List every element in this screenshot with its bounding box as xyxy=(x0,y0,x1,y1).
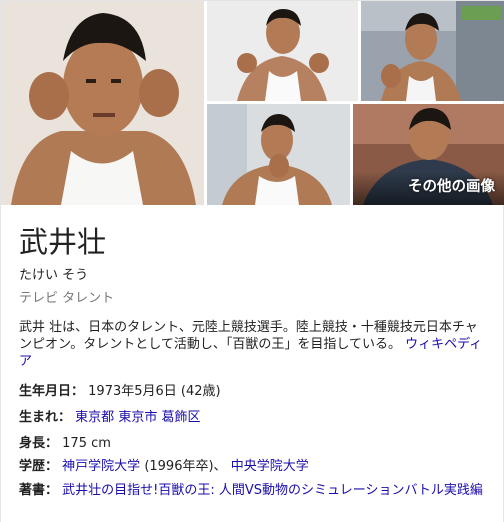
entity-title: 武井壮 xyxy=(19,225,107,259)
entity-subtitle: テレビ タレント xyxy=(19,291,115,306)
education-year: (1996年卒)、 xyxy=(144,459,227,474)
fact-value: 1973年5月6日 (42歳) xyxy=(88,384,221,399)
fact-books: 著書： 武井壮の目指せ!百獣の王: 人間VS動物のシミュレーションバトル実践編 xyxy=(19,482,489,499)
fact-height: 身長： 175 cm xyxy=(19,435,489,452)
fact-birthplace: 生まれ： 東京都 東京市 葛飾区 xyxy=(19,409,489,426)
education-link-kobe-gakuin[interactable]: 神戸学院大学 xyxy=(62,459,140,474)
fact-label: 著書： xyxy=(19,483,59,498)
photo-thumbnail-1[interactable] xyxy=(207,1,358,101)
fact-label: 身長： xyxy=(19,436,59,451)
fact-label: 学歴： xyxy=(19,459,59,474)
fact-education: 学歴： 神戸学院大学 (1996年卒)、 中央学院大学 xyxy=(19,458,489,475)
photo-thumbnail-2[interactable] xyxy=(361,1,504,101)
fact-value: 175 cm xyxy=(62,436,111,451)
birthplace-link-tokyo-shi[interactable]: 東京市 xyxy=(118,410,157,425)
entity-description: 武井 壮は、日本のタレント、元陸上競技選手。陸上競技・十種競技元日本チャンピオン… xyxy=(19,319,487,370)
image-gallery: その他の画像 xyxy=(1,1,504,205)
knowledge-panel: その他の画像 武井壮 たけい そう テレビ タレント 武井 壮は、日本のタレント… xyxy=(0,0,504,522)
more-images-link[interactable]: その他の画像 xyxy=(408,175,495,196)
entity-reading: たけい そう xyxy=(19,268,89,283)
photo-thumbnail-3[interactable] xyxy=(207,104,350,205)
fact-label: 生年月日： xyxy=(19,384,85,399)
fact-birthdate: 生年月日： 1973年5月6日 (42歳) xyxy=(19,383,489,400)
fact-label: 生まれ： xyxy=(19,410,72,425)
birthplace-link-tokyo-to[interactable]: 東京都 xyxy=(75,410,114,425)
main-photo[interactable] xyxy=(1,1,204,205)
birthplace-link-katsushika[interactable]: 葛飾区 xyxy=(161,410,200,425)
education-link-chuo-gakuin[interactable]: 中央学院大学 xyxy=(231,459,309,474)
book-link[interactable]: 武井壮の目指せ!百獣の王: 人間VS動物のシミュレーションバトル実践編 xyxy=(62,483,483,498)
